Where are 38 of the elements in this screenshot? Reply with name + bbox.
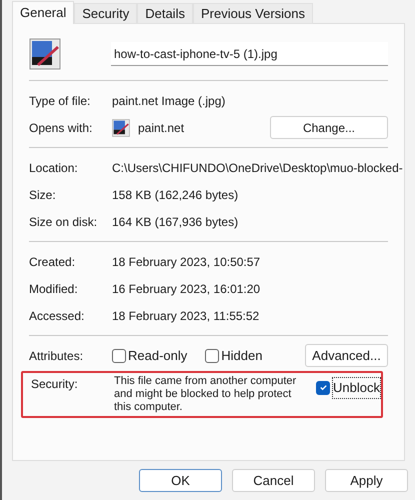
advanced-button[interactable]: Advanced... bbox=[305, 344, 388, 367]
field-value: paint.net bbox=[138, 120, 184, 136]
field-label: Modified: bbox=[29, 280, 79, 298]
field-value: 164 KB (167,936 bytes) bbox=[112, 214, 238, 230]
file-name-field[interactable]: how-to-cast-iphone-tv-5 (1).jpg bbox=[111, 42, 388, 66]
checkbox[interactable] bbox=[316, 380, 330, 395]
checkbox[interactable] bbox=[112, 348, 126, 362]
paint-icon bbox=[29, 38, 61, 70]
field-label: Opens with: bbox=[29, 120, 94, 136]
checkbox-label[interactable]: Unblock bbox=[332, 377, 381, 398]
security-message: This file came from another computer and might be blocked to help protect this computer. bbox=[114, 375, 298, 414]
field-label: Type of file: bbox=[29, 92, 92, 110]
dialog-button[interactable]: Cancel bbox=[232, 469, 315, 492]
checkbox-label[interactable]: Hidden bbox=[221, 346, 262, 366]
tab[interactable]: Details bbox=[137, 3, 193, 24]
checkbox[interactable] bbox=[205, 348, 220, 362]
field-value: 158 KB (162,246 bytes) bbox=[112, 186, 238, 204]
field-label: Security: bbox=[31, 376, 79, 393]
field-label: Size on disk: bbox=[29, 214, 98, 230]
field-label: Location: bbox=[29, 160, 79, 176]
field-value: 18 February 2023, 10:50:57 bbox=[112, 254, 260, 270]
checkbox-label[interactable]: Read-only bbox=[128, 346, 188, 366]
field-label: Created: bbox=[29, 254, 76, 270]
dialog-button[interactable]: OK bbox=[139, 469, 222, 492]
field-value: 18 February 2023, 11:55:52 bbox=[112, 308, 260, 324]
dialog-button[interactable]: Apply bbox=[325, 469, 408, 492]
paint-icon bbox=[112, 118, 130, 136]
field-value: C:\Users\CHIFUNDO\OneDrive\Desktop\muo-blocked- bbox=[112, 160, 403, 176]
change-button[interactable]: Change... bbox=[270, 116, 388, 139]
field-value: 16 February 2023, 16:01:20 bbox=[112, 280, 260, 298]
field-label: Size: bbox=[29, 186, 57, 204]
tab[interactable]: General bbox=[12, 1, 74, 24]
checkmark-icon bbox=[318, 383, 328, 392]
field-label: Accessed: bbox=[29, 308, 86, 324]
field-value: paint.net Image (.jpg) bbox=[112, 92, 226, 110]
tab[interactable]: Security bbox=[74, 3, 138, 24]
field-label: Attributes: bbox=[29, 348, 84, 364]
tab[interactable]: Previous Versions bbox=[192, 3, 314, 24]
